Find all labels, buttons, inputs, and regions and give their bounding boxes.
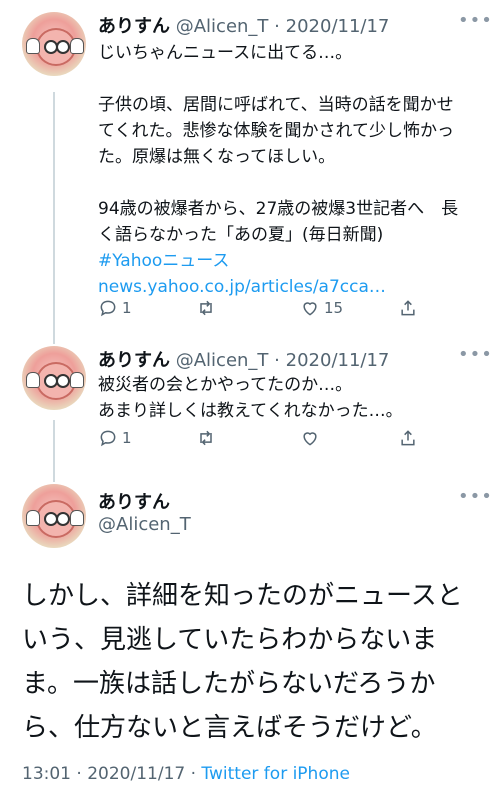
tweet-time[interactable]: 13:01: [22, 764, 71, 784]
tweet-body: じいちゃんニュースに出てる…。 子供の頃、居間に呼ばれて、当時の話を聞かせ てく…: [98, 40, 483, 300]
tweet-date[interactable]: 2020/11/17: [286, 16, 390, 37]
tweet-date[interactable]: 2020/11/17: [87, 764, 185, 784]
display-name[interactable]: ありすん: [98, 350, 170, 371]
ghost-icon: [26, 38, 40, 54]
retweet-button[interactable]: [196, 428, 216, 448]
share-icon: [401, 430, 415, 446]
reply-button[interactable]: 1: [98, 298, 132, 318]
tweet-actions: 1: [98, 428, 418, 452]
like-button[interactable]: [300, 428, 320, 448]
reply-button[interactable]: 1: [98, 428, 132, 448]
tweet-header: ありすん @Alicen_T · 2020/11/17: [98, 16, 390, 37]
handle[interactable]: @Alicen_T: [176, 350, 269, 371]
ghost-icon: [70, 38, 84, 54]
reply-icon: [100, 430, 116, 447]
display-name[interactable]: ありすん: [98, 16, 170, 37]
ghost-icon: [70, 510, 84, 526]
handle[interactable]: @Alicen_T: [98, 514, 191, 535]
tweet-header: ありすん @Alicen_T · 2020/11/17: [98, 350, 390, 371]
tweet-source-link[interactable]: Twitter for iPhone: [201, 764, 350, 784]
share-button[interactable]: [398, 428, 418, 448]
ghost-icon: [26, 510, 40, 526]
tweet-date[interactable]: 2020/11/17: [286, 350, 390, 371]
more-options-icon[interactable]: •••: [458, 486, 493, 507]
display-name[interactable]: ありすん: [98, 488, 170, 514]
tweet-actions: 1 15: [98, 298, 418, 322]
thread-line: [53, 420, 55, 482]
tweet-body: 被災者の会とかやってたのか…。 あまり詳しくは教えてくれなかった…。: [98, 375, 403, 421]
handle[interactable]: @Alicen_T: [176, 16, 269, 37]
retweet-icon: [200, 300, 212, 316]
like-button[interactable]: 15: [300, 298, 343, 318]
avatar[interactable]: [22, 346, 86, 410]
more-options-icon[interactable]: •••: [458, 10, 493, 31]
tweet-meta: 13:01 · 2020/11/17 · Twitter for iPhone: [22, 764, 350, 784]
article-link[interactable]: news.yahoo.co.jp/articles/a7cca…: [98, 274, 483, 300]
more-options-icon[interactable]: •••: [458, 344, 493, 365]
ghost-icon: [70, 372, 84, 388]
retweet-button[interactable]: [196, 298, 216, 318]
heart-icon: [303, 432, 317, 446]
thread-line: [53, 92, 55, 344]
share-button[interactable]: [398, 298, 418, 318]
reply-icon: [100, 300, 116, 317]
share-icon: [401, 300, 415, 316]
main-tweet-text: しかし、詳細を知ったのがニュースと いう、見逃していたらわからないま ま。一族は…: [22, 581, 463, 743]
ghost-icon: [26, 372, 40, 388]
retweet-icon: [200, 430, 212, 446]
hashtag-link[interactable]: #Yahooニュース: [98, 248, 483, 274]
avatar[interactable]: [22, 484, 86, 548]
avatar[interactable]: [22, 12, 86, 76]
heart-icon: [303, 302, 317, 316]
